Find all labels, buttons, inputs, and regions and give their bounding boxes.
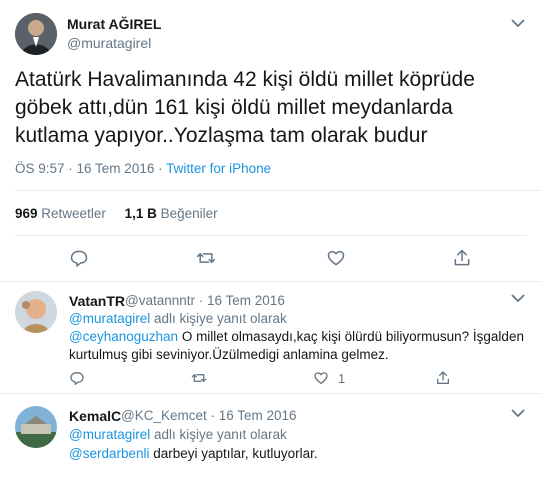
meta-separator: ·	[158, 161, 163, 176]
chevron-down-icon[interactable]	[511, 18, 525, 28]
tweet-text: Atatürk Havalimanında 42 kişi öldü mille…	[15, 68, 475, 147]
like-icon[interactable]	[326, 248, 346, 268]
tweet-time[interactable]: ÖS 9:57 · 16 Tem 2016	[15, 161, 154, 176]
reply-tweet[interactable]: KemalC @KC_Kemcet · 16 Tem 2016 @muratag…	[0, 395, 542, 497]
reply-text-line2: kurtulmuş gibi seviniyor.Üzülmedigi anla…	[69, 347, 389, 362]
chevron-down-icon[interactable]	[511, 408, 525, 418]
author-handle[interactable]: @muratagirel	[67, 35, 151, 51]
tweet-stats: 969 Retweetler 1,1 B Beğeniler	[15, 206, 218, 221]
reply-text: @ceyhanoguzhan O millet olmasaydı,kaç ki…	[69, 329, 524, 344]
tweet-meta: ÖS 9:57 · 16 Tem 2016 · Twitter for iPho…	[15, 161, 271, 176]
reply-date[interactable]: · 16 Tem 2016	[211, 408, 297, 423]
share-icon[interactable]	[435, 370, 451, 386]
chevron-down-icon[interactable]	[511, 293, 525, 303]
author-name[interactable]: Murat AĞIREL	[67, 16, 161, 32]
author-avatar[interactable]	[15, 13, 57, 55]
replying-to: @muratagirel adlı kişiye yanıt olarak	[69, 427, 287, 442]
reply-to-mention[interactable]: @muratagirel	[69, 311, 150, 326]
reply-author-name[interactable]: KemalC	[69, 408, 121, 424]
reply-avatar[interactable]	[15, 406, 57, 448]
divider	[15, 235, 527, 236]
replying-to: @muratagirel adlı kişiye yanıt olarak	[69, 311, 287, 326]
retweet-icon[interactable]	[191, 370, 207, 386]
reply-tweet[interactable]: VatanTR @vatannntr · 16 Tem 2016 @murata…	[0, 283, 542, 394]
reply-avatar[interactable]	[15, 291, 57, 333]
reply-text: @serdarbenli darbeyi yaptılar, kutluyorl…	[69, 446, 318, 461]
reply-author-handle[interactable]: @vatannntr	[125, 293, 195, 308]
reply-mention[interactable]: @ceyhanoguzhan	[69, 329, 178, 344]
reply-to-mention[interactable]: @muratagirel	[69, 427, 150, 442]
reply-handle-date: @vatannntr · 16 Tem 2016	[125, 293, 285, 308]
reply-author-name[interactable]: VatanTR	[69, 293, 125, 309]
reply-date[interactable]: · 16 Tem 2016	[199, 293, 285, 308]
share-icon[interactable]	[452, 248, 472, 268]
reply-icon[interactable]	[69, 248, 89, 268]
retweets-stat[interactable]: 969 Retweetler	[15, 206, 106, 221]
retweet-icon[interactable]	[196, 248, 216, 268]
tweet-source[interactable]: Twitter for iPhone	[166, 161, 271, 176]
main-tweet: Murat AĞIREL @muratagirel Atatürk Havali…	[0, 0, 542, 282]
reply-handle-date: @KC_Kemcet · 16 Tem 2016	[121, 408, 297, 423]
reply-icon[interactable]	[69, 370, 85, 386]
divider	[15, 190, 541, 191]
like-icon[interactable]	[313, 370, 329, 386]
reply-mention[interactable]: @serdarbenli	[69, 446, 150, 461]
reply-author-handle[interactable]: @KC_Kemcet	[121, 408, 207, 423]
like-count: 1	[338, 371, 346, 386]
likes-stat[interactable]: 1,1 B Beğeniler	[125, 206, 218, 221]
